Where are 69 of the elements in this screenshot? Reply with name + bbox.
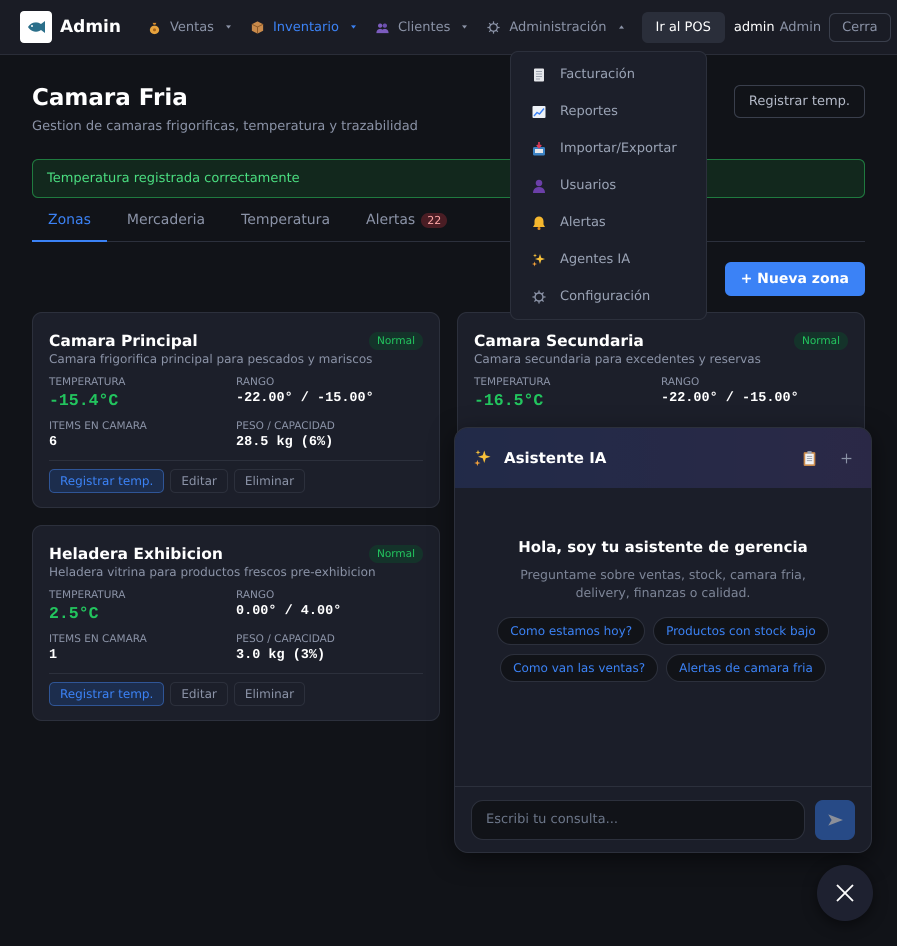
- zone-name: Heladera Exhibicion: [49, 545, 223, 563]
- count-badge: 22: [421, 212, 448, 228]
- page-subtitle: Gestion de camaras frigorificas, temperatura y trazabilidad: [32, 119, 418, 134]
- field-label: RANGO: [236, 589, 276, 601]
- tab[interactable]: Alertas 22: [350, 204, 464, 242]
- user-name: admin: [734, 20, 775, 34]
- status-badge: Normal: [369, 332, 423, 350]
- card-action-button[interactable]: Registrar temp.: [49, 682, 164, 706]
- field-value: -16.5°C: [474, 391, 544, 410]
- menu-item[interactable]: Usuarios: [511, 167, 706, 204]
- menu-item[interactable]: Importar/Exportar: [511, 130, 706, 167]
- field-label: ITEMS EN CAMARA: [49, 633, 148, 645]
- tab[interactable]: Temperatura: [225, 204, 346, 242]
- suggestion-chip[interactable]: Como estamos hoy?: [497, 617, 646, 645]
- suggestion-chip[interactable]: Como van las ventas?: [500, 654, 658, 682]
- field-label: PESO / CAPACIDAD: [236, 420, 336, 432]
- field-value: -15.4°C: [49, 391, 120, 410]
- field-label: TEMPERATURA: [474, 376, 552, 388]
- suggestion-chip[interactable]: Alertas de camara fria: [666, 654, 826, 682]
- nav-item[interactable]: Administración: [486, 20, 624, 34]
- menu-item[interactable]: Facturación: [511, 56, 706, 93]
- alert-message: Temperatura registrada correctamente: [47, 171, 300, 186]
- chat-greeting: Hola, soy tu asistente de gerencia: [518, 538, 808, 556]
- chat-intro: Preguntame sobre ventas, stock, camara fria, delivery, finanzas o calidad.: [519, 566, 807, 601]
- tab[interactable]: Mercaderia: [110, 204, 222, 242]
- zone-description: Heladera vitrina para productos frescos pre-exhibicion: [49, 565, 377, 579]
- menu-item[interactable]: Configuración: [511, 278, 706, 315]
- user-role: Admin: [780, 20, 822, 34]
- suggestion-chip[interactable]: Productos con stock bajo: [653, 617, 829, 645]
- nav-item[interactable]: Clientes: [374, 20, 468, 34]
- chat-input[interactable]: Escribi tu consulta...: [471, 800, 805, 840]
- field-value: -22.00° / -15.00°: [661, 391, 800, 406]
- page-title: Camara Fria: [32, 85, 189, 111]
- new-zone-button[interactable]: + Nueva zona: [724, 262, 865, 296]
- field-label: RANGO: [236, 376, 276, 388]
- status-badge: Normal: [369, 545, 423, 563]
- field-label: RANGO: [661, 376, 700, 388]
- register-temp-button[interactable]: Registrar temp.: [734, 85, 865, 118]
- menu-item[interactable]: Agentes IA: [511, 241, 706, 278]
- field-value: 1: [49, 648, 58, 663]
- field-value: 28.5 kg (6%): [236, 435, 334, 450]
- nav-item[interactable]: Inventario: [250, 20, 356, 34]
- zone-name: Camara Secundaria: [474, 332, 644, 350]
- field-value: 0.00° / 4.00°: [236, 604, 342, 619]
- brand-name: Admin: [60, 17, 121, 37]
- card-action-button[interactable]: Editar: [170, 682, 228, 706]
- field-value: 3.0 kg (3%): [236, 648, 326, 663]
- field-value: -22.00° / -15.00°: [236, 391, 375, 406]
- field-value: 2.5°C: [49, 604, 100, 623]
- field-label: TEMPERATURA: [49, 589, 126, 601]
- chat-title: Asistente IA: [504, 449, 608, 467]
- pos-button[interactable]: Ir al POS: [642, 12, 725, 42]
- field-label: TEMPERATURA: [49, 376, 126, 388]
- field-value: 6: [49, 435, 58, 450]
- zone-name: Camara Principal: [49, 332, 198, 350]
- card-action-button[interactable]: Eliminar: [234, 682, 306, 706]
- card-action-button[interactable]: Editar: [170, 469, 228, 493]
- menu-item[interactable]: Alertas: [511, 204, 706, 241]
- zone-description: Camara frigorifica principal para pescados y mariscos: [49, 352, 374, 366]
- tab[interactable]: Zonas: [32, 204, 107, 242]
- field-label: PESO / CAPACIDAD: [236, 633, 336, 645]
- status-badge: Normal: [794, 332, 848, 350]
- logout-button[interactable]: Cerra: [829, 12, 891, 42]
- card-action-button[interactable]: Eliminar: [234, 469, 306, 493]
- zone-description: Camara secundaria para excedentes y reservas: [474, 352, 762, 366]
- field-label: ITEMS EN CAMARA: [49, 420, 148, 432]
- card-action-button[interactable]: Registrar temp.: [49, 469, 164, 493]
- nav-item[interactable]: Ventas: [146, 20, 231, 34]
- menu-item[interactable]: Reportes: [511, 93, 706, 130]
